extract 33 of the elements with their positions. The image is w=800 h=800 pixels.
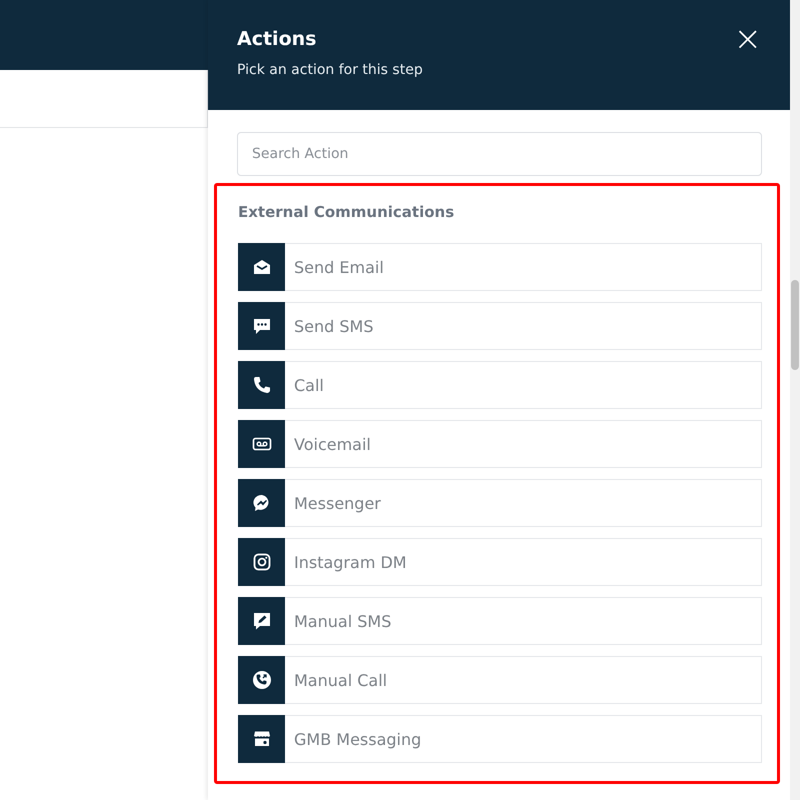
- action-item[interactable]: Send Email: [238, 243, 762, 291]
- scrollbar[interactable]: [790, 0, 800, 800]
- action-item[interactable]: Manual SMS: [238, 597, 762, 645]
- action-label: Voicemail: [294, 434, 371, 454]
- action-label: Manual SMS: [294, 612, 392, 630]
- chat-icon: [252, 316, 272, 336]
- panel-title: Actions: [237, 28, 318, 50]
- action-item[interactable]: Manual Call: [238, 656, 762, 704]
- action-label: Manual Call: [294, 670, 388, 690]
- envelope-icon: [252, 257, 272, 277]
- action-item[interactable]: Instagram DM: [238, 538, 762, 586]
- storefront-icon: [252, 729, 272, 749]
- action-label: Messenger: [294, 494, 381, 512]
- messenger-icon: [252, 493, 272, 513]
- panel-subtitle: Pick an action for this step: [237, 62, 423, 78]
- action-item[interactable]: GMB Messaging: [238, 715, 762, 763]
- close-button[interactable]: ×: [730, 22, 766, 56]
- action-item[interactable]: Call: [238, 361, 762, 409]
- action-label: Send Email: [294, 258, 384, 276]
- search-field[interactable]: Search Action: [237, 132, 762, 176]
- action-item[interactable]: Messenger: [238, 479, 762, 527]
- section-heading: External Communications: [238, 203, 456, 221]
- action-label: GMB Messaging: [294, 730, 422, 748]
- action-item[interactable]: Send SMS: [238, 302, 762, 350]
- action-item[interactable]: Voicemail: [238, 420, 762, 468]
- action-label: Send SMS: [294, 316, 374, 336]
- phone-circle-icon: [252, 670, 272, 690]
- scrollbar-thumb[interactable]: [791, 280, 799, 370]
- camera-icon: [252, 552, 272, 572]
- pencil-chat-icon: [252, 611, 272, 631]
- phone-icon: [252, 375, 272, 395]
- action-label: Instagram DM: [294, 552, 407, 572]
- action-label: Call: [294, 376, 324, 394]
